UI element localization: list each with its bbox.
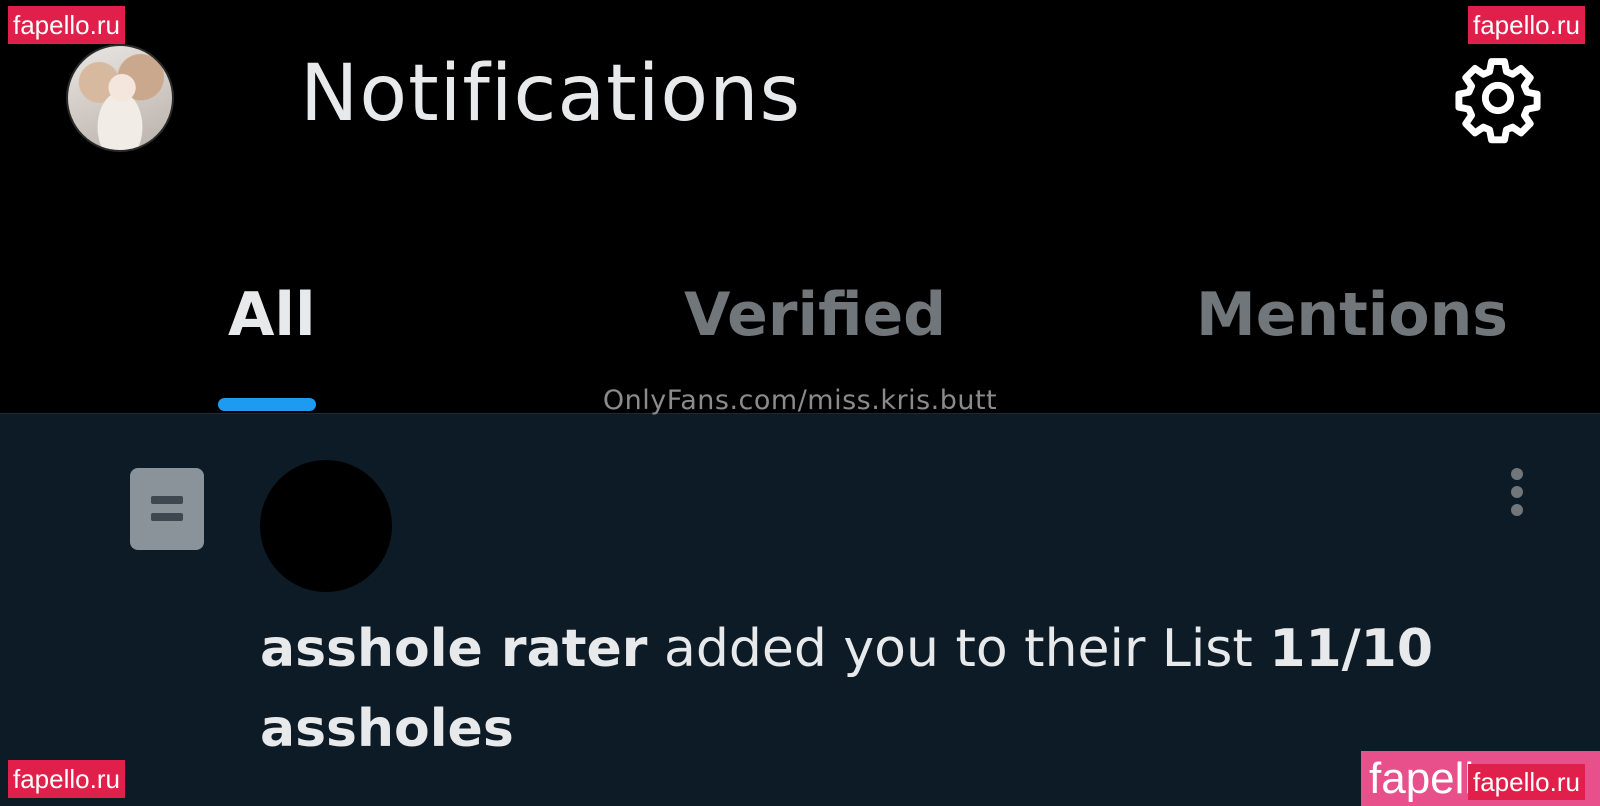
more-vertical-icon[interactable] [1502,466,1532,526]
gear-icon [1455,58,1541,144]
actor-name[interactable]: asshole rater [260,619,647,679]
watermark-top-left: fapello.ru [8,6,125,44]
settings-button[interactable] [1452,52,1544,144]
tab-all[interactable]: All [228,285,316,345]
profile-avatar[interactable] [66,44,174,152]
page-title: Notifications [300,49,802,139]
notification-action: added you to their List [647,619,1270,679]
notifications-screen: Notifications All Verified Mentions assh… [0,0,1600,806]
list-icon [130,468,204,550]
tab-mentions[interactable]: Mentions [1196,285,1508,345]
actor-avatar[interactable] [260,460,392,592]
notification-list: asshole rater added you to their List 11… [0,413,1600,806]
watermark-bottom-right: fapello.ru [1468,764,1585,800]
watermark-top-right: fapello.ru [1468,6,1585,44]
tab-verified[interactable]: Verified [684,285,946,345]
header: Notifications [0,0,1600,250]
watermark-bottom-left: fapello.ru [8,760,125,798]
source-url-overlay: OnlyFans.com/miss.kris.butt [602,385,998,416]
notification-text[interactable]: asshole rater added you to their List 11… [260,609,1500,769]
